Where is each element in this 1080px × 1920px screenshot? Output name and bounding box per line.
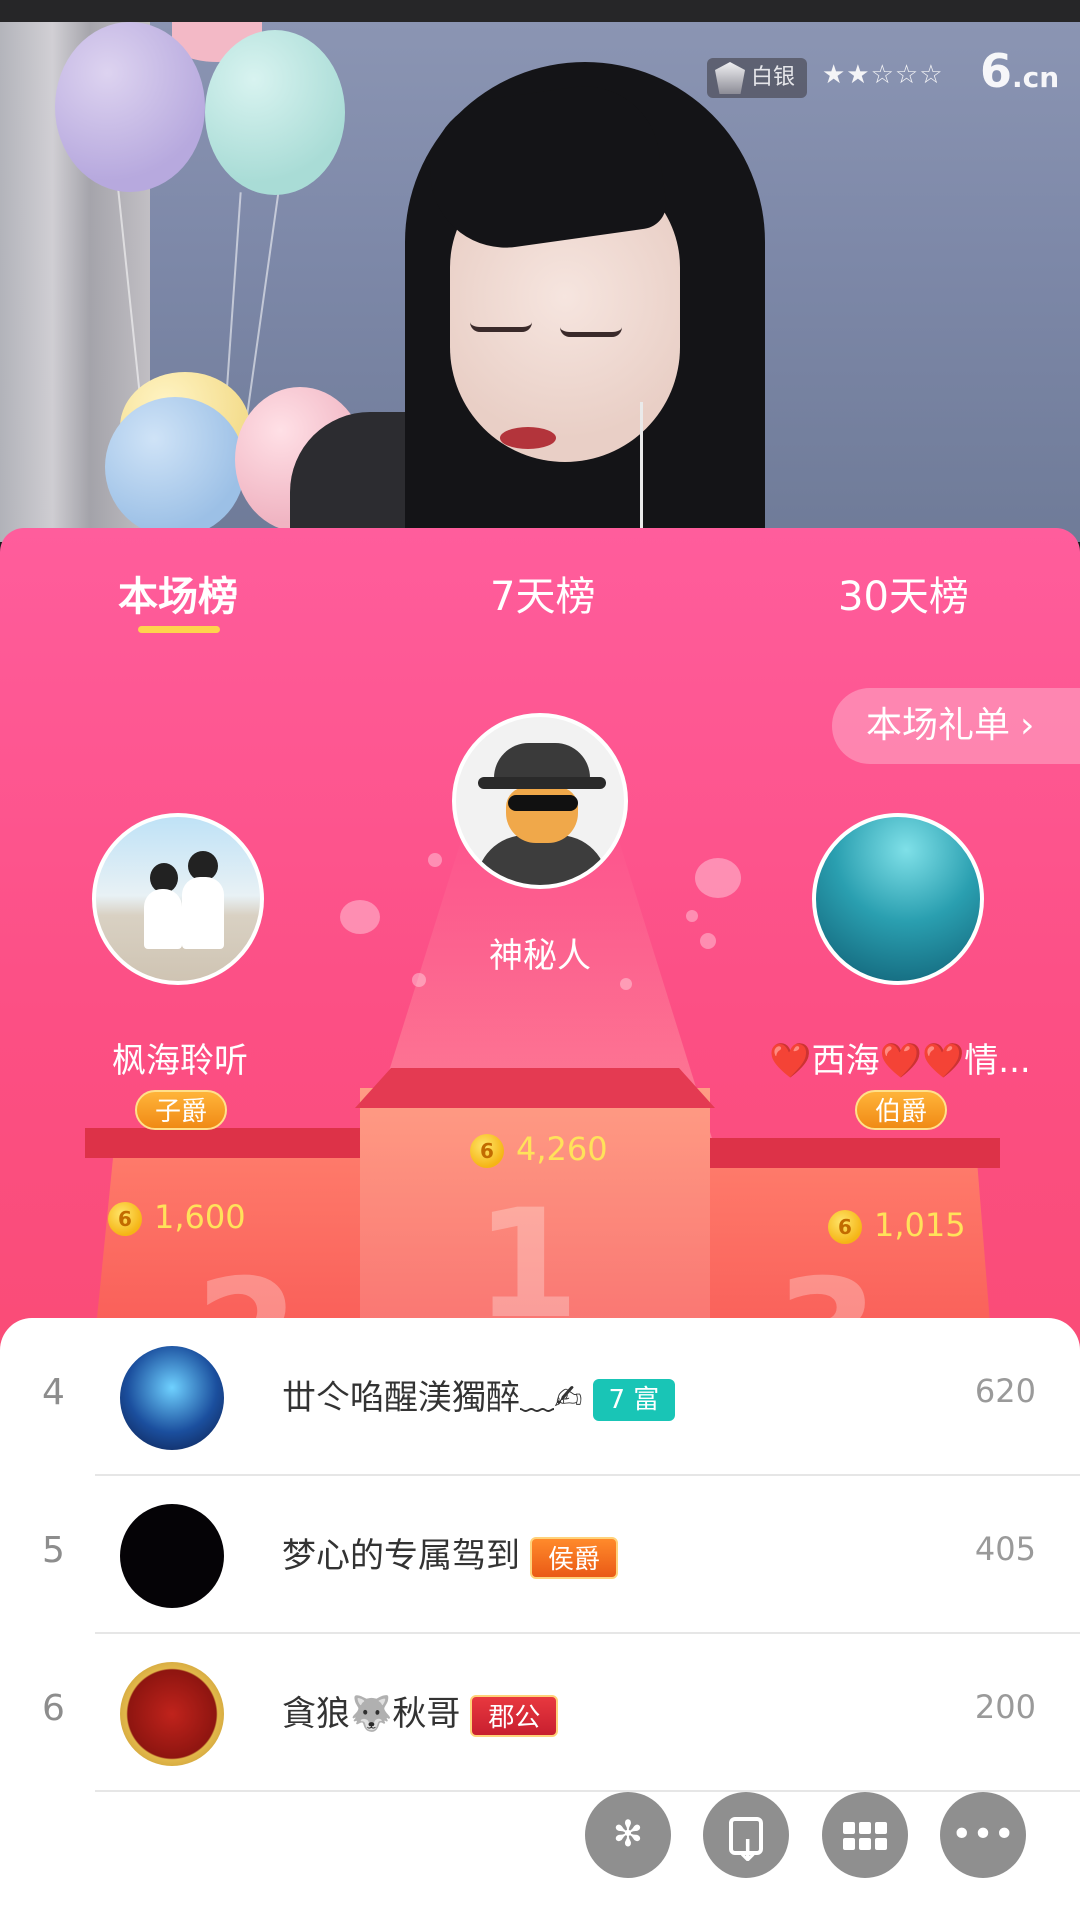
hat-brim bbox=[478, 777, 606, 789]
list-name-text: 梦心的专属驾到 bbox=[282, 1536, 520, 1576]
list-name-text: 貪狼🐺秋哥 bbox=[282, 1694, 461, 1734]
first-place-avatar[interactable] bbox=[452, 713, 628, 889]
ranking-list: 4 丗仒啗醒渼獨醉﹏✍ 7 富 620 5 梦心的专属驾到 侯爵 405 6 貪狼🐺… bbox=[0, 1318, 1080, 1920]
spy-coat bbox=[476, 835, 608, 885]
balloon-string bbox=[224, 192, 242, 412]
emblem-avatar[interactable] bbox=[120, 1662, 224, 1766]
noble-title-badge: 侯爵 bbox=[530, 1536, 619, 1579]
gift-list-button[interactable]: 本场礼单 › bbox=[832, 688, 1080, 764]
streamer-eye bbox=[470, 322, 532, 332]
streamer-lips bbox=[500, 427, 556, 449]
gift-list-label: 本场礼单 bbox=[866, 705, 1011, 746]
second-place-avatar[interactable] bbox=[92, 813, 264, 985]
list-rank: 6 bbox=[42, 1688, 65, 1729]
coin-icon: 6 bbox=[108, 1202, 142, 1236]
list-item[interactable]: 4 丗仒啗醒渼獨醉﹏✍ 7 富 620 bbox=[0, 1318, 1080, 1476]
first-place-score-value: 4,260 bbox=[516, 1130, 608, 1168]
person-body bbox=[144, 889, 182, 949]
noble-title-badge: 伯爵 bbox=[855, 1090, 948, 1130]
sparkle bbox=[428, 853, 442, 867]
streamer-bangs bbox=[420, 76, 670, 258]
third-place-score-value: 1,015 bbox=[874, 1206, 966, 1244]
list-score: 405 bbox=[974, 1530, 1036, 1568]
chevron-right-icon: › bbox=[1020, 705, 1035, 746]
sparkle bbox=[340, 900, 380, 934]
person-body bbox=[182, 877, 224, 949]
sunglasses-icon bbox=[508, 795, 578, 811]
shield-icon bbox=[715, 62, 745, 94]
sparkle bbox=[686, 910, 698, 922]
noble-title-badge: 郡公 bbox=[470, 1694, 559, 1737]
second-place-score: 6 1,600 bbox=[108, 1198, 246, 1236]
apps-grid-button[interactable] bbox=[822, 1792, 908, 1878]
tab-7-days[interactable]: 7天榜 bbox=[490, 564, 595, 622]
earphone-cable bbox=[640, 402, 643, 542]
list-rank: 4 bbox=[42, 1372, 65, 1413]
level-badge: 白银 bbox=[707, 58, 808, 98]
list-name: 貪狼🐺秋哥 郡公 bbox=[282, 1686, 559, 1737]
tab-30-days[interactable]: 30天榜 bbox=[838, 564, 969, 622]
balloon-string bbox=[246, 187, 280, 417]
sparkle bbox=[695, 858, 741, 898]
more-icon: ••• bbox=[951, 1814, 1015, 1855]
podium-third-top bbox=[700, 1138, 1000, 1168]
star-rating: ★★☆☆☆ bbox=[822, 60, 944, 90]
list-item[interactable]: 6 貪狼🐺秋哥 郡公 200 bbox=[0, 1634, 1080, 1792]
black-avatar[interactable] bbox=[120, 1504, 224, 1608]
brand-logo: 6.cn bbox=[980, 44, 1059, 98]
brand-logo-suffix: .cn bbox=[1012, 61, 1060, 94]
brand-logo-number: 6 bbox=[980, 44, 1013, 98]
list-name: 丗仒啗醒渼獨醉﹏✍ 7 富 bbox=[282, 1370, 676, 1421]
divider bbox=[95, 1790, 1080, 1792]
balloon bbox=[205, 30, 345, 195]
grid-icon bbox=[843, 1822, 887, 1850]
list-item[interactable]: 5 梦心的专属驾到 侯爵 405 bbox=[0, 1476, 1080, 1634]
balloon bbox=[105, 397, 245, 537]
live-video[interactable]: 白银 ★★☆☆☆ 6.cn bbox=[0, 22, 1080, 542]
level-badge-label: 白银 bbox=[751, 65, 796, 90]
podium-second-top bbox=[85, 1128, 385, 1158]
coin-icon: 6 bbox=[470, 1134, 504, 1168]
list-score: 620 bbox=[974, 1372, 1036, 1410]
wealth-level-badge: 7 富 bbox=[592, 1378, 676, 1421]
flower-icon: ✻ bbox=[612, 1814, 644, 1855]
download-icon bbox=[729, 1809, 763, 1895]
list-rank: 5 bbox=[42, 1530, 65, 1571]
first-place-score: 6 4,260 bbox=[470, 1130, 608, 1168]
third-place-name[interactable]: ❤️西海❤️❤️情... bbox=[740, 1033, 1060, 1082]
download-button[interactable] bbox=[703, 1792, 789, 1895]
active-tab-indicator bbox=[138, 626, 220, 633]
coin-icon: 6 bbox=[828, 1210, 862, 1244]
third-place-score: 6 1,015 bbox=[828, 1206, 966, 1244]
noble-title-badge: 子爵 bbox=[135, 1090, 228, 1130]
status-bar bbox=[0, 0, 1080, 22]
balloon bbox=[55, 22, 205, 192]
more-button[interactable]: ••• bbox=[940, 1792, 1026, 1878]
second-place-score-value: 1,600 bbox=[154, 1198, 246, 1236]
tab-bar: 本场榜 7天榜 30天榜 bbox=[0, 556, 1080, 636]
third-place-avatar[interactable] bbox=[812, 813, 984, 985]
tab-this-session[interactable]: 本场榜 bbox=[118, 564, 238, 622]
list-score: 200 bbox=[974, 1688, 1036, 1726]
list-name: 梦心的专属驾到 侯爵 bbox=[282, 1528, 619, 1579]
skull-avatar[interactable] bbox=[120, 1346, 224, 1450]
sparkle bbox=[620, 978, 632, 990]
streamer-eye bbox=[560, 327, 622, 337]
flower-button[interactable]: ✻ bbox=[585, 1792, 671, 1878]
podium-first-top bbox=[355, 1068, 715, 1108]
sparkle bbox=[700, 933, 716, 949]
list-name-text: 丗仒啗醒渼獨醉﹏✍ bbox=[282, 1378, 583, 1418]
second-place-name[interactable]: 枫海聆听 bbox=[40, 1033, 320, 1082]
first-place-name[interactable]: 神秘人 bbox=[390, 928, 690, 977]
